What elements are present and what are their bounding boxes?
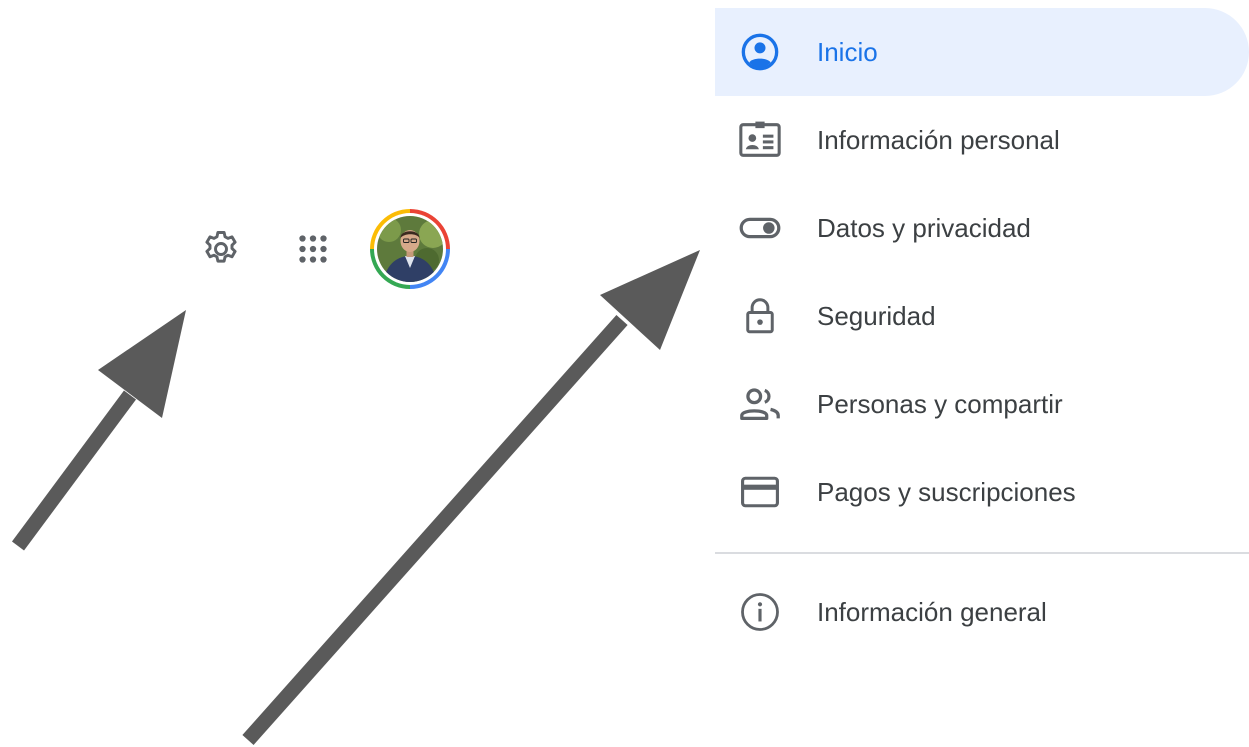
settings-button[interactable] (196, 224, 246, 274)
info-icon (735, 587, 785, 637)
nav-label-seguridad: Seguridad (817, 300, 936, 331)
arrow-to-menu (242, 250, 700, 745)
gear-icon (205, 231, 237, 263)
people-icon (735, 379, 785, 429)
nav-label-informacion-personal: Información personal (817, 124, 1060, 155)
nav-item-pagos-y-suscripciones[interactable]: Pagos y suscripciones (715, 448, 1249, 536)
toggle-icon (735, 203, 785, 253)
nav-item-informacion-personal[interactable]: Información personal (715, 96, 1249, 184)
apps-button[interactable] (288, 224, 338, 274)
nav-label-personas-y-compartir: Personas y compartir (817, 388, 1063, 419)
account-avatar-button[interactable] (368, 207, 452, 291)
arrow-to-settings (11, 310, 186, 551)
avatar (377, 216, 443, 282)
account-nav-menu: Inicio Información personal Datos y priv… (715, 8, 1249, 536)
nav-label-pagos-y-suscripciones: Pagos y suscripciones (817, 476, 1076, 507)
nav-label-datos-y-privacidad: Datos y privacidad (817, 212, 1031, 243)
avatar-ring (370, 209, 450, 289)
nav-label-inicio: Inicio (817, 36, 878, 67)
lock-icon (735, 291, 785, 341)
avatar-border (374, 213, 446, 285)
apps-grid-icon (299, 235, 327, 263)
nav-label-informacion-general: Información general (817, 596, 1047, 627)
nav-item-seguridad[interactable]: Seguridad (715, 272, 1249, 360)
account-circle-icon (735, 27, 785, 77)
nav-divider (715, 552, 1249, 554)
nav-item-informacion-general[interactable]: Información general (715, 568, 1249, 656)
credit-card-icon (735, 467, 785, 517)
nav-item-inicio[interactable]: Inicio (715, 8, 1249, 96)
nav-item-personas-y-compartir[interactable]: Personas y compartir (715, 360, 1249, 448)
nav-item-datos-y-privacidad[interactable]: Datos y privacidad (715, 184, 1249, 272)
id-card-icon (735, 115, 785, 165)
